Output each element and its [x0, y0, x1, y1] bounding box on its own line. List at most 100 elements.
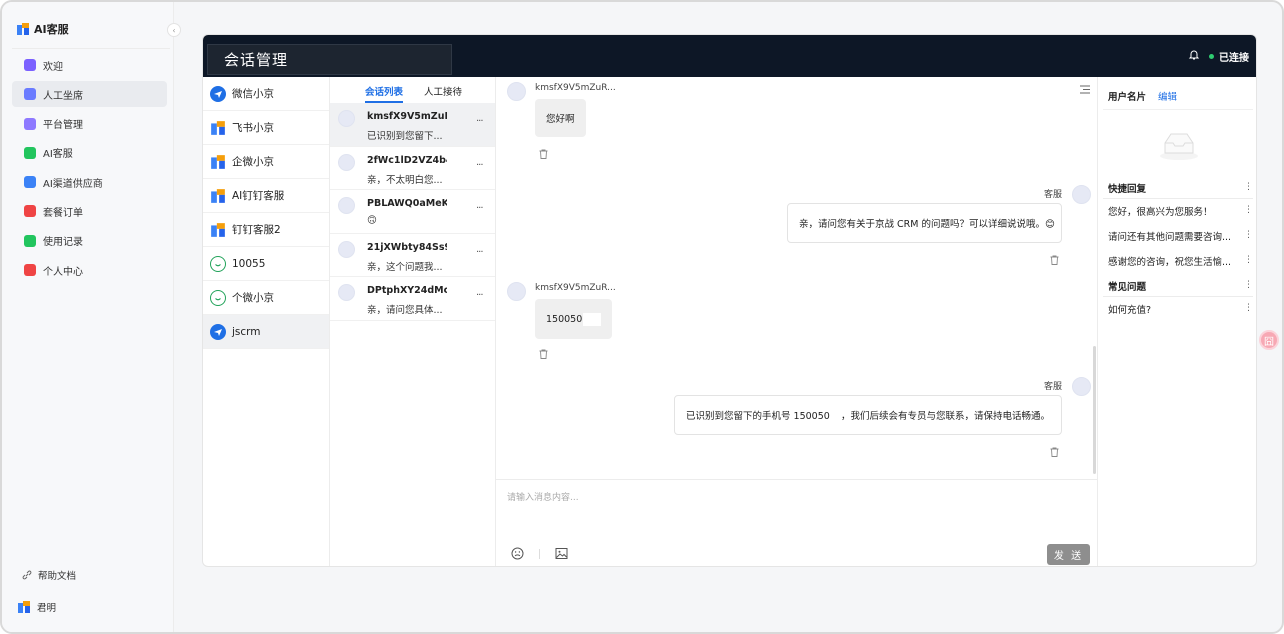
more-options-icon[interactable]: ··· [476, 247, 483, 258]
channel-item[interactable]: 企微小京 [203, 145, 329, 179]
message-composer: 请输入消息内容... 发 送 [496, 479, 1098, 566]
emoji-icon[interactable] [511, 547, 524, 560]
order-icon [24, 205, 36, 218]
user-logo-icon [18, 601, 30, 613]
conversation-item[interactable]: kmsfX9V5mZuR... 已识别到您留下... ··· [330, 103, 495, 147]
edit-link[interactable]: 编辑 [1158, 89, 1177, 103]
empty-inbox-icon [1160, 133, 1198, 160]
channel-name: 10055 [232, 257, 266, 270]
send-button[interactable]: 发 送 [1047, 544, 1090, 565]
channel-item[interactable]: 飞书小京 [203, 111, 329, 145]
current-user[interactable]: 君明 [17, 600, 56, 614]
conversation-item[interactable]: 2fWc1lD2VZ4b4... 亲，不太明白您... ··· [330, 147, 495, 190]
message-sender: kmsfX9V5mZuR... [535, 83, 616, 93]
person-icon [24, 88, 36, 101]
conversation-list: kmsfX9V5mZuR...已识别到您留下...···2fWc1lD2VZ4b… [330, 103, 495, 321]
nav-item-label: 套餐订单 [43, 207, 83, 219]
quick-reply-item[interactable]: 感谢您的咨询，祝您生活愉... [1108, 254, 1233, 268]
message-bubble: 已识别到您留下的手机号 150050 ，我们后续会有专员与您联系，请保持电话畅通。 [674, 395, 1062, 435]
nav-item-label: AI渠道供应商 [43, 178, 103, 190]
nav-item-0[interactable]: 欢迎 [12, 52, 167, 78]
tab-manual-reception[interactable]: 人工接待 [424, 84, 462, 103]
chat-area: kmsfX9V5mZuR... 您好啊 客服 亲，请问您有关于京战 CRM 的问… [496, 77, 1098, 566]
image-icon[interactable] [555, 547, 568, 560]
channel-item[interactable]: 微信小京 [203, 77, 329, 111]
message-bubble: 150050 [535, 299, 612, 339]
channel-item[interactable]: 个微小京 [203, 281, 329, 315]
more-icon[interactable]: ⋮ [1244, 231, 1253, 240]
toolbar-divider [539, 549, 540, 559]
nav-item-label: 欢迎 [43, 61, 63, 73]
user-card-panel: 用户名片 编辑 快捷回复 ⋮ 您好，很高兴为您服务！ ⋮ 请问还有其他问题需要咨询.… [1098, 77, 1256, 566]
more-icon[interactable]: ⋮ [1244, 206, 1253, 215]
delete-icon[interactable] [1050, 447, 1059, 457]
customer-avatar [507, 282, 526, 301]
channel-item[interactable]: 10055 [203, 247, 329, 281]
channel-item[interactable]: AI钉钉客服 [203, 179, 329, 213]
avatar [338, 110, 355, 127]
channel-name: 飞书小京 [232, 122, 274, 134]
nav-item-2[interactable]: 平台管理 [12, 111, 167, 137]
channel-name: 钉钉客服2 [232, 224, 281, 236]
chat-scrollbar[interactable] [1093, 346, 1096, 474]
more-icon[interactable]: ⋮ [1244, 256, 1253, 265]
channel-logo-icon [210, 120, 226, 136]
app-sidebar: AI客服 ‹ 欢迎人工坐席平台管理 AI客服 AI渠道供应商 套餐订单使用记录个人中心… [2, 2, 181, 632]
conversation-item[interactable]: PBLAWQ0aMeK... 🙃 ··· [330, 190, 495, 234]
more-options-icon[interactable]: ··· [476, 290, 483, 301]
quick-reply-item[interactable]: 您好，很高兴为您服务！ [1108, 204, 1233, 218]
channel-plane-icon [210, 85, 226, 102]
redaction-mask [830, 408, 841, 422]
conversation-name: kmsfX9V5mZuR... [367, 111, 447, 122]
delete-icon[interactable] [539, 149, 548, 159]
more-icon[interactable]: ⋮ [1244, 183, 1253, 192]
brand-name: AI客服 [34, 23, 69, 36]
channel-item[interactable]: 钉钉客服2 [203, 213, 329, 247]
agent-avatar [1072, 377, 1091, 396]
channel-name: AI钉钉客服 [232, 190, 285, 202]
channel-plane-icon [210, 323, 226, 340]
message-bubble: 亲，请问您有关于京战 CRM 的问题吗？可以详细说说哦。😊 [787, 203, 1062, 243]
more-icon[interactable]: ⋮ [1244, 304, 1253, 313]
bell-icon[interactable] [1188, 49, 1200, 61]
channel-name: jscrm [232, 325, 261, 338]
cube-icon [24, 176, 36, 189]
record-icon [24, 234, 36, 247]
user-card-title: 用户名片 [1108, 92, 1147, 103]
collapse-sidebar-button[interactable]: ‹ [167, 23, 181, 37]
message-sender: 客服 [1044, 190, 1063, 200]
more-options-icon[interactable]: ··· [476, 116, 483, 127]
conversation-item[interactable]: 21jXWbty84Ss9... 亲，这个问题我... ··· [330, 234, 495, 277]
nav-item-1[interactable]: 人工坐席 [12, 81, 167, 108]
page-title: 会话管理 [207, 44, 452, 75]
brand[interactable]: AI客服 [16, 21, 69, 37]
nav-item-6[interactable]: 使用记录 [12, 228, 167, 254]
divider [12, 48, 170, 49]
nav-item-4[interactable]: AI渠道供应商 [12, 169, 167, 195]
help-docs-label: 帮助文档 [38, 571, 77, 582]
nav-item-3[interactable]: AI客服 [12, 140, 167, 166]
conversation-item[interactable]: DPtphXY24dMc... 亲，请问您具体... ··· [330, 277, 495, 321]
more-options-icon[interactable]: ··· [476, 203, 483, 214]
conversation-tabs: 会话列表 人工接待 [330, 77, 495, 103]
channel-name: 微信小京 [232, 88, 274, 100]
nav-item-7[interactable]: 个人中心 [12, 257, 167, 283]
message-text-part-b: ，我们后续会有专员与您联系，请保持电话畅通。 [840, 411, 1050, 422]
tab-conversation-list[interactable]: 会话列表 [365, 84, 404, 103]
list-menu-icon[interactable] [1080, 85, 1090, 94]
nav-item-5[interactable]: 套餐订单 [12, 198, 167, 224]
conversation-name: PBLAWQ0aMeK... [367, 198, 447, 209]
floating-assistant-button[interactable]: 囧 [1259, 330, 1279, 350]
help-docs-link[interactable]: 帮助文档 [22, 568, 76, 582]
conversation-last-message: 已识别到您留下... [367, 131, 443, 142]
user-card-header: 用户名片 编辑 [1108, 89, 1177, 103]
quick-reply-item[interactable]: 请问还有其他问题需要咨询... [1108, 229, 1233, 243]
faq-item[interactable]: 如何充值? [1108, 302, 1233, 316]
conversation-name: 21jXWbty84Ss9... [367, 241, 447, 253]
delete-icon[interactable] [1050, 255, 1059, 265]
more-icon[interactable]: ⋮ [1244, 281, 1253, 290]
message-input[interactable]: 请输入消息内容... [507, 490, 579, 503]
delete-icon[interactable] [539, 349, 548, 359]
channel-item[interactable]: jscrm [203, 315, 329, 349]
more-options-icon[interactable]: ··· [476, 160, 483, 171]
